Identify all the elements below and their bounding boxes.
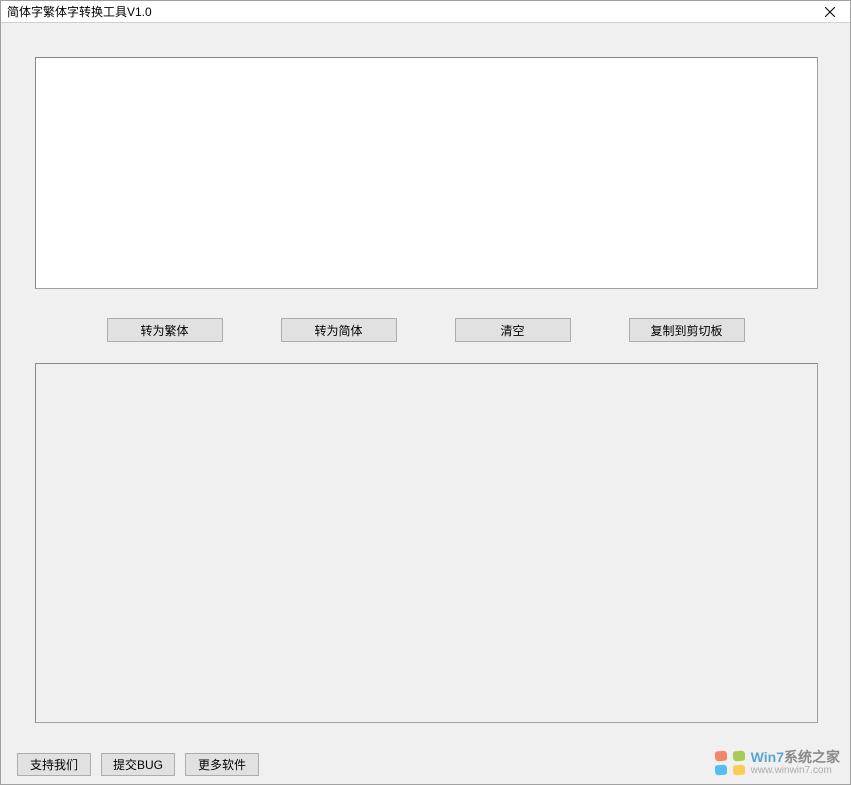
watermark-suffix: 系统之家 — [784, 749, 840, 765]
convert-to-traditional-button[interactable]: 转为繁体 — [107, 318, 223, 342]
close-icon — [825, 4, 835, 20]
action-button-row: 转为繁体 转为简体 清空 复制到剪切板 — [1, 318, 850, 346]
more-software-button[interactable]: 更多软件 — [185, 753, 259, 776]
input-textarea[interactable] — [35, 57, 818, 289]
watermark-text: Win7系统之家 www.winwin7.com — [751, 750, 840, 776]
submit-bug-button[interactable]: 提交BUG — [101, 753, 175, 776]
clear-button[interactable]: 清空 — [455, 318, 571, 342]
watermark: Win7系统之家 www.winwin7.com — [715, 750, 840, 776]
windows-logo-icon — [715, 751, 745, 775]
close-button[interactable] — [810, 1, 850, 22]
watermark-title: Win7系统之家 — [751, 750, 840, 765]
watermark-prefix: Win7 — [751, 749, 784, 765]
watermark-url: www.winwin7.com — [751, 765, 840, 776]
client-area: 转为繁体 转为简体 清空 复制到剪切板 支持我们 提交BUG 更多软件 Win7… — [1, 23, 850, 784]
copy-to-clipboard-button[interactable]: 复制到剪切板 — [629, 318, 745, 342]
titlebar[interactable]: 简体字繁体字转换工具V1.0 — [1, 1, 850, 23]
bottom-button-row: 支持我们 提交BUG 更多软件 — [17, 753, 259, 776]
window-title: 简体字繁体字转换工具V1.0 — [7, 3, 152, 20]
app-window: 简体字繁体字转换工具V1.0 转为繁体 转为简体 清空 复制到剪切板 支持我们 … — [0, 0, 851, 785]
support-us-button[interactable]: 支持我们 — [17, 753, 91, 776]
output-textarea[interactable] — [35, 363, 818, 723]
convert-to-simplified-button[interactable]: 转为简体 — [281, 318, 397, 342]
